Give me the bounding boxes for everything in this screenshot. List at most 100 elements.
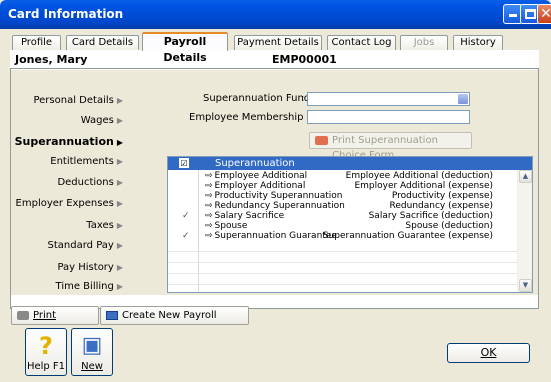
table-row[interactable]: ⇨ Spouse Spouse (deduction) — [168, 221, 518, 231]
arrow-right-icon: ▶ — [116, 96, 123, 105]
row-check[interactable]: ✓ — [182, 231, 192, 241]
row-name: ⇨ Employer Additional — [205, 181, 305, 191]
table-row[interactable]: ⇨ Redundancy Superannuation Redundancy (e… — [168, 201, 518, 211]
print-button-label: Print — [33, 310, 57, 321]
tab-label: Payment Details — [237, 37, 319, 48]
row-name: ⇨ Redundancy Superannuation — [205, 201, 345, 211]
arrow-right-icon: ▶ — [116, 116, 123, 125]
grid-header-title: Superannuation — [215, 158, 295, 169]
grid-header: ☑ Superannuation — [168, 157, 532, 170]
nav-wages[interactable]: Wages ▶ — [81, 115, 123, 126]
membership-label: Employee Membership #: — [189, 112, 319, 123]
arrow-right-icon: ▶ — [116, 263, 123, 272]
new-button[interactable]: ▣ New — [71, 328, 113, 376]
arrow-icon: ⇨ — [205, 221, 213, 231]
tab-contact-log[interactable]: Contact Log — [327, 35, 396, 50]
row-type: Redundancy (expense) — [389, 201, 493, 211]
tab-card-details[interactable]: Card Details — [66, 35, 139, 50]
table-row[interactable]: ⇨ Employee Additional Employee Additional… — [168, 171, 518, 181]
scroll-down-icon[interactable]: ▼ — [519, 279, 532, 292]
row-name-text: Employer Additional — [214, 181, 306, 191]
tab-label: History — [460, 37, 496, 48]
employee-id: EMP00001 — [272, 53, 337, 66]
nav-entitlements[interactable]: Entitlements ▶ — [50, 156, 123, 167]
arrow-right-icon: ▶ — [116, 199, 123, 208]
nav-time-billing[interactable]: Time Billing ▶ — [56, 281, 123, 292]
tab-payment-details[interactable]: Payment Details — [234, 35, 322, 50]
nav-standard-pay[interactable]: Standard Pay ▶ — [48, 240, 123, 251]
employee-header: Jones, Mary EMP00001 — [10, 50, 539, 69]
scroll-up-icon[interactable]: ▲ — [519, 170, 532, 183]
nav-superannuation[interactable]: Superannuation ▶ — [15, 135, 123, 148]
row-name: ⇨ Salary Sacrifice — [205, 211, 284, 221]
row-name-text: Superannuation Guarantee — [214, 231, 337, 241]
dropdown-icon — [458, 94, 468, 104]
help-button[interactable]: ? Help F1 — [25, 328, 67, 376]
tab-payroll-details[interactable]: Payroll Details — [142, 32, 228, 64]
row-name: ⇨ Spouse — [205, 221, 247, 231]
arrow-icon: ⇨ — [205, 211, 213, 221]
nav-deductions[interactable]: Deductions ▶ — [57, 177, 123, 188]
tab-history[interactable]: History — [453, 35, 503, 50]
row-name-text: Salary Sacrifice — [214, 211, 285, 221]
create-payroll-category-button[interactable]: Create New Payroll Category — [100, 306, 249, 338]
help-icon: ? — [39, 332, 53, 360]
ok-button[interactable]: OK — [447, 343, 530, 363]
row-divider — [168, 251, 518, 252]
membership-number-input[interactable] — [307, 110, 470, 124]
arrow-icon: ⇨ — [205, 191, 213, 201]
nav-taxes[interactable]: Taxes ▶ — [86, 220, 123, 231]
table-row[interactable]: ⇨ Employer Additional Employer Additional… — [168, 181, 518, 191]
row-divider — [168, 284, 518, 285]
arrow-right-icon: ▶ — [116, 221, 123, 230]
tab-profile[interactable]: Profile — [12, 35, 61, 50]
arrow-icon: ⇨ — [205, 231, 213, 241]
minimize-icon — [509, 14, 517, 17]
maximize-icon — [525, 9, 536, 19]
nav-personal-details[interactable]: Personal Details ▶ — [33, 95, 123, 106]
new-card-icon: ▣ — [81, 333, 103, 358]
nav-label: Time Billing — [55, 281, 114, 292]
printer-icon — [17, 311, 29, 320]
nav-label: Deductions — [57, 177, 114, 188]
superannuation-fund-select[interactable] — [307, 92, 470, 106]
nav-label: Standard Pay — [47, 240, 114, 251]
tab-label: Profile — [20, 37, 53, 48]
tab-label: Payroll Details — [163, 35, 207, 64]
arrow-right-icon: ▶ — [116, 178, 123, 187]
close-button[interactable]: ✕ — [537, 4, 551, 24]
close-icon: ✕ — [540, 6, 551, 22]
nav-employer-expenses[interactable]: Employer Expenses ▶ — [16, 198, 123, 209]
help-button-label: Help F1 — [26, 361, 66, 372]
tab-label: Card Details — [71, 37, 134, 48]
nav-label: Wages — [80, 115, 114, 126]
row-type: Employee Additional (deduction) — [345, 171, 493, 181]
tab-label: Jobs — [413, 37, 435, 48]
table-row[interactable]: ✓ ⇨ Salary Sacrifice Salary Sacrifice (de… — [168, 211, 518, 221]
payroll-content: Personal Details ▶ Wages ▶ Superannuation ▶… — [11, 70, 538, 295]
nav-pay-history[interactable]: Pay History ▶ — [57, 262, 123, 273]
row-divider — [168, 262, 518, 263]
nav-label: Taxes — [86, 220, 114, 231]
card-information-window: Card Information ✕ Profile Card Details … — [0, 0, 551, 382]
row-type: Superannuation Guarantee (expense) — [322, 231, 493, 241]
print-button[interactable]: Print — [11, 306, 99, 325]
row-check[interactable]: ✓ — [182, 211, 192, 221]
window-title: Card Information — [8, 7, 124, 21]
header-checkbox[interactable]: ☑ — [179, 158, 189, 168]
table-row[interactable]: ✓ ⇨ Superannuation Guarantee Superannuati… — [168, 231, 518, 241]
grid-scrollbar[interactable]: ▲ ▼ — [517, 170, 532, 292]
row-type: Spouse (deduction) — [405, 221, 493, 231]
table-row[interactable]: ⇨ Productivity Superannuation Productivit… — [168, 191, 518, 201]
row-name-text: Employee Additional — [214, 171, 308, 181]
row-name-text: Spouse — [214, 221, 248, 231]
arrow-icon: ⇨ — [205, 171, 213, 181]
row-name: ⇨ Superannuation Guarantee — [205, 231, 337, 241]
tab-jobs: Jobs — [400, 35, 448, 50]
row-name: ⇨ Employee Additional — [205, 171, 307, 181]
arrow-right-icon: ▶ — [116, 282, 123, 291]
arrow-icon: ⇨ — [205, 181, 213, 191]
print-icon — [315, 136, 328, 145]
employee-name: Jones, Mary — [15, 53, 88, 66]
new-category-icon — [106, 311, 118, 320]
